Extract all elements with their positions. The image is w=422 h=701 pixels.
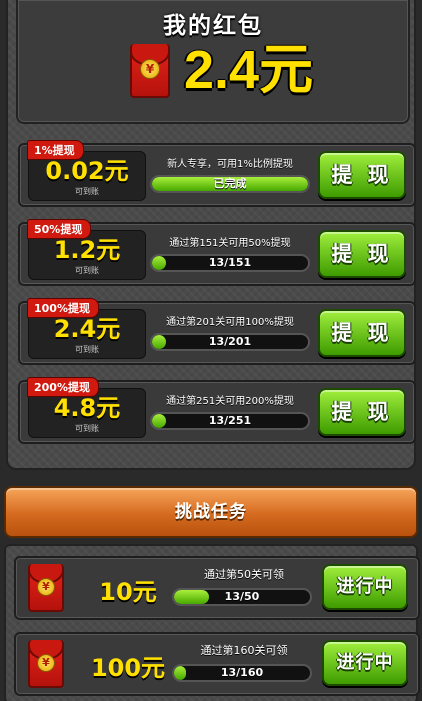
wallet-balance: 2.4元 bbox=[184, 40, 314, 100]
task-progress-text: 13/50 bbox=[224, 590, 260, 603]
task-reward: 100元 bbox=[90, 654, 166, 682]
tier-progress-text: 已完成 bbox=[213, 177, 247, 190]
coin-icon: ¥ bbox=[37, 654, 55, 672]
tier-amount-box: 200%提现 4.8元 可到账 bbox=[27, 377, 146, 438]
red-envelope-icon: ¥ bbox=[28, 564, 64, 612]
tier-condition: 通过第151关可用50%提现 bbox=[169, 238, 291, 249]
tier-progress-bar: 13/201 bbox=[150, 333, 310, 351]
red-envelope-icon: ¥ bbox=[28, 640, 64, 688]
red-envelope-icon: ¥ bbox=[130, 44, 170, 98]
task-condition: 通过第50关可领 bbox=[204, 568, 284, 581]
tier-condition: 通过第201关可用100%提现 bbox=[166, 317, 294, 328]
withdraw-tier-1: 1%提现 0.02元 可到账 新人专享，可用1%比例提现 已完成 提 现 bbox=[18, 140, 416, 207]
tier-condition: 通过第251关可用200%提现 bbox=[166, 396, 294, 407]
tier-progress-text: 13/201 bbox=[208, 335, 252, 348]
tier-progress-bar: 已完成 bbox=[150, 175, 310, 193]
tier-amount-box: 100%提现 2.4元 可到账 bbox=[27, 298, 146, 359]
withdraw-button[interactable]: 提 现 bbox=[318, 388, 406, 436]
tier-amount-box: 50%提现 1.2元 可到账 bbox=[27, 219, 146, 280]
withdraw-tier-3: 100%提现 2.4元 可到账 通过第201关可用100%提现 13/201 提… bbox=[18, 298, 416, 365]
tier-progress-bar: 13/151 bbox=[150, 254, 310, 272]
tier-amount-caption: 可到账 bbox=[75, 424, 99, 433]
tier-amount: 0.02元 bbox=[45, 157, 129, 185]
challenge-task-2: ¥ 100元 通过第160关可领 13/160 进行中 bbox=[14, 632, 420, 696]
withdraw-tier-2: 50%提现 1.2元 可到账 通过第151关可用50%提现 13/151 提 现 bbox=[18, 219, 416, 286]
wallet-title: 我的红包 bbox=[163, 13, 263, 39]
tier-amount-caption: 可到账 bbox=[75, 187, 99, 196]
challenge-task-1: ¥ 10元 通过第50关可领 13/50 进行中 bbox=[14, 556, 420, 620]
tier-amount-caption: 可到账 bbox=[75, 266, 99, 275]
challenge-header: 挑战任务 bbox=[4, 486, 418, 538]
withdraw-button[interactable]: 提 现 bbox=[318, 309, 406, 357]
tier-amount-caption: 可到账 bbox=[75, 345, 99, 354]
balance-panel: 我的红包 ¥ 2.4元 bbox=[16, 0, 410, 124]
in-progress-button[interactable]: 进行中 bbox=[322, 564, 408, 610]
in-progress-button[interactable]: 进行中 bbox=[322, 640, 408, 686]
withdraw-tier-4: 200%提现 4.8元 可到账 通过第251关可用200%提现 13/251 提… bbox=[18, 377, 416, 444]
tier-amount: 2.4元 bbox=[53, 315, 121, 343]
task-progress-text: 13/160 bbox=[220, 666, 264, 679]
tier-amount: 1.2元 bbox=[53, 236, 121, 264]
coin-icon: ¥ bbox=[140, 59, 160, 79]
challenge-title: 挑战任务 bbox=[175, 502, 247, 522]
withdraw-button[interactable]: 提 现 bbox=[318, 230, 406, 278]
tier-progress-text: 13/151 bbox=[208, 256, 252, 269]
coin-icon: ¥ bbox=[37, 578, 55, 596]
tier-amount: 4.8元 bbox=[53, 394, 121, 422]
task-progress-bar: 13/50 bbox=[172, 588, 312, 606]
tier-amount-box: 1%提现 0.02元 可到账 bbox=[27, 140, 146, 201]
withdraw-button[interactable]: 提 现 bbox=[318, 151, 406, 199]
tier-condition: 新人专享，可用1%比例提现 bbox=[167, 159, 293, 170]
task-reward: 10元 bbox=[99, 578, 157, 606]
tier-progress-text: 13/251 bbox=[208, 414, 252, 427]
task-progress-bar: 13/160 bbox=[172, 664, 312, 682]
tier-progress-bar: 13/251 bbox=[150, 412, 310, 430]
task-condition: 通过第160关可领 bbox=[200, 644, 288, 657]
